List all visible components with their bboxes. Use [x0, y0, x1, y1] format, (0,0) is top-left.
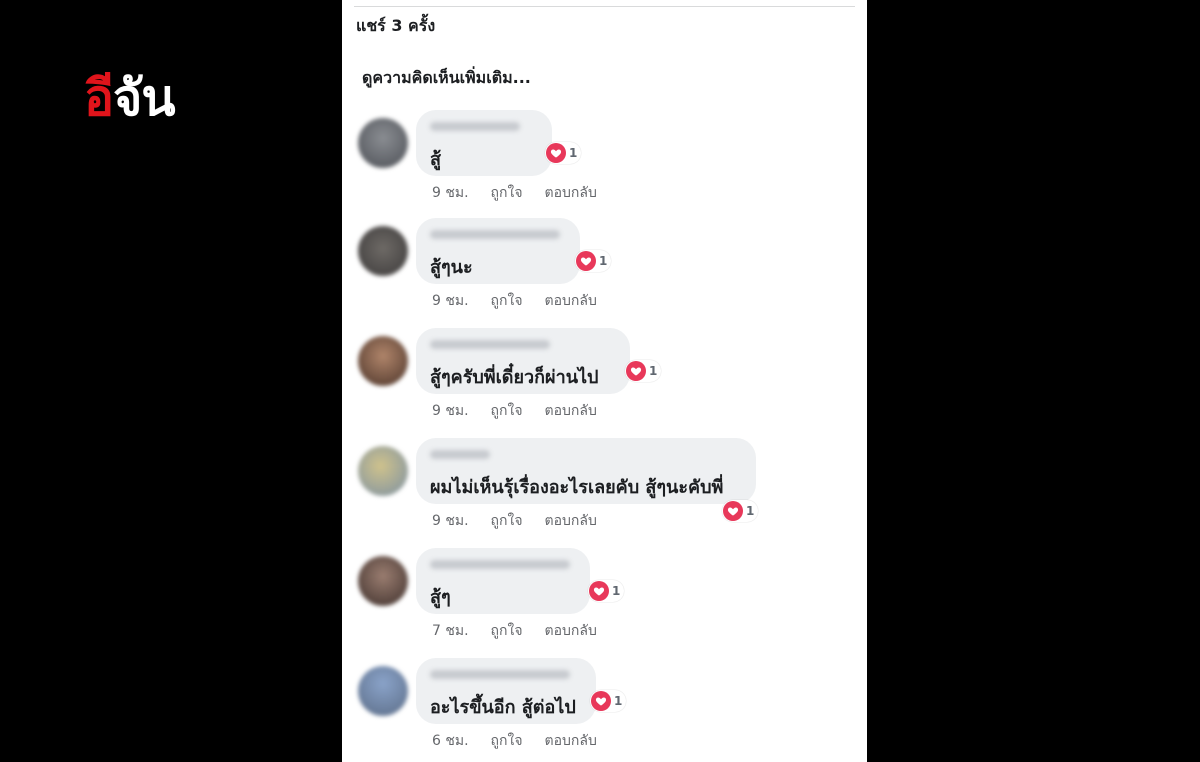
comment-text: สู้: [430, 149, 441, 170]
comment-bubble: อะไรขึ้นอีก สู้ต่อไป: [416, 658, 596, 724]
avatar[interactable]: [358, 336, 408, 386]
reaction-badge[interactable]: 1: [545, 142, 582, 164]
comment-text: สู้ๆ: [430, 587, 451, 608]
like-button[interactable]: ถูกใจ: [491, 182, 523, 204]
reaction-badge[interactable]: 1: [625, 360, 662, 382]
reply-button[interactable]: ตอบกลับ: [545, 730, 597, 752]
share-count-link[interactable]: แชร์ 3 ครั้ง: [356, 14, 435, 39]
site-logo: อีจัน: [84, 58, 176, 138]
comment-text: อะไรขึ้นอีก สู้ต่อไป: [430, 697, 576, 718]
comment-text: ผมไม่เห็นรุ้เรื่องอะไรเลยคับ สู้ๆนะคับพี…: [430, 477, 724, 498]
like-button[interactable]: ถูกใจ: [491, 510, 523, 532]
reaction-count: 1: [649, 364, 658, 378]
comment-bubble: สู้ๆ: [416, 548, 590, 614]
commenter-name-blurred[interactable]: [430, 450, 490, 459]
reaction-badge[interactable]: 1: [588, 580, 625, 602]
comment-bubble: สู้ๆนะ: [416, 218, 580, 284]
comment-bubble: ผมไม่เห็นรุ้เรื่องอะไรเลยคับ สู้ๆนะคับพี…: [416, 438, 756, 504]
reaction-count: 1: [614, 694, 623, 708]
reaction-count: 1: [746, 504, 755, 518]
comment-text: สู้ๆนะ: [430, 257, 473, 278]
avatar[interactable]: [358, 226, 408, 276]
like-button[interactable]: ถูกใจ: [491, 290, 523, 312]
comment-time[interactable]: 9 ชม.: [432, 290, 469, 312]
commenter-name-blurred[interactable]: [430, 560, 570, 569]
love-icon: [546, 143, 566, 163]
comment-item: ผมไม่เห็นรุ้เรื่องอะไรเลยคับ สู้ๆนะคับพี…: [358, 438, 858, 530]
reaction-count: 1: [599, 254, 608, 268]
comment-item: สู้ๆครับพี่เดี๋ยวก็ผ่านไป 1 9 ชม. ถูกใจ …: [358, 328, 858, 420]
commenter-name-blurred[interactable]: [430, 340, 550, 349]
divider: [354, 6, 855, 7]
love-icon: [626, 361, 646, 381]
avatar[interactable]: [358, 556, 408, 606]
logo-part-white: จัน: [113, 69, 175, 127]
avatar[interactable]: [358, 446, 408, 496]
reply-button[interactable]: ตอบกลับ: [545, 182, 597, 204]
reaction-count: 1: [612, 584, 621, 598]
love-icon: [723, 501, 743, 521]
view-more-comments-link[interactable]: ดูความคิดเห็นเพิ่มเติม...: [362, 66, 531, 91]
commenter-name-blurred[interactable]: [430, 230, 560, 239]
love-icon: [589, 581, 609, 601]
reply-button[interactable]: ตอบกลับ: [545, 290, 597, 312]
reply-button[interactable]: ตอบกลับ: [545, 400, 597, 422]
comment-item: อะไรขึ้นอีก สู้ต่อไป 1 6 ชม. ถูกใจ ตอบกล…: [358, 658, 858, 750]
avatar[interactable]: [358, 666, 408, 716]
reaction-count: 1: [569, 146, 578, 160]
comment-time[interactable]: 9 ชม.: [432, 510, 469, 532]
comments-panel: แชร์ 3 ครั้ง ดูความคิดเห็นเพิ่มเติม... ส…: [342, 0, 867, 762]
comment-bubble: สู้ๆครับพี่เดี๋ยวก็ผ่านไป: [416, 328, 630, 394]
comment-time[interactable]: 9 ชม.: [432, 400, 469, 422]
comment-item: สู้ๆนะ 1 9 ชม. ถูกใจ ตอบกลับ: [358, 218, 858, 310]
commenter-name-blurred[interactable]: [430, 122, 520, 131]
love-icon: [576, 251, 596, 271]
like-button[interactable]: ถูกใจ: [491, 400, 523, 422]
comment-actions: 6 ชม. ถูกใจ ตอบกลับ: [432, 730, 597, 752]
like-button[interactable]: ถูกใจ: [491, 730, 523, 752]
comment-time[interactable]: 9 ชม.: [432, 182, 469, 204]
comment-actions: 9 ชม. ถูกใจ ตอบกลับ: [432, 400, 597, 422]
love-icon: [591, 691, 611, 711]
commenter-name-blurred[interactable]: [430, 670, 570, 679]
comment-time[interactable]: 7 ชม.: [432, 620, 469, 642]
comment-actions: 9 ชม. ถูกใจ ตอบกลับ: [432, 510, 597, 532]
comment-actions: 9 ชม. ถูกใจ ตอบกลับ: [432, 290, 597, 312]
comment-item: สู้ 1 9 ชม. ถูกใจ ตอบกลับ: [358, 110, 858, 202]
comment-actions: 9 ชม. ถูกใจ ตอบกลับ: [432, 182, 597, 204]
reaction-badge[interactable]: 1: [722, 500, 759, 522]
comment-item: สู้ๆ 1 7 ชม. ถูกใจ ตอบกลับ: [358, 548, 858, 640]
reaction-badge[interactable]: 1: [590, 690, 627, 712]
logo-part-red: อี: [84, 69, 114, 127]
comment-text: สู้ๆครับพี่เดี๋ยวก็ผ่านไป: [430, 367, 599, 388]
reply-button[interactable]: ตอบกลับ: [545, 510, 597, 532]
like-button[interactable]: ถูกใจ: [491, 620, 523, 642]
comment-time[interactable]: 6 ชม.: [432, 730, 469, 752]
comment-actions: 7 ชม. ถูกใจ ตอบกลับ: [432, 620, 597, 642]
avatar[interactable]: [358, 118, 408, 168]
reply-button[interactable]: ตอบกลับ: [545, 620, 597, 642]
reaction-badge[interactable]: 1: [575, 250, 612, 272]
comment-bubble: สู้: [416, 110, 552, 176]
